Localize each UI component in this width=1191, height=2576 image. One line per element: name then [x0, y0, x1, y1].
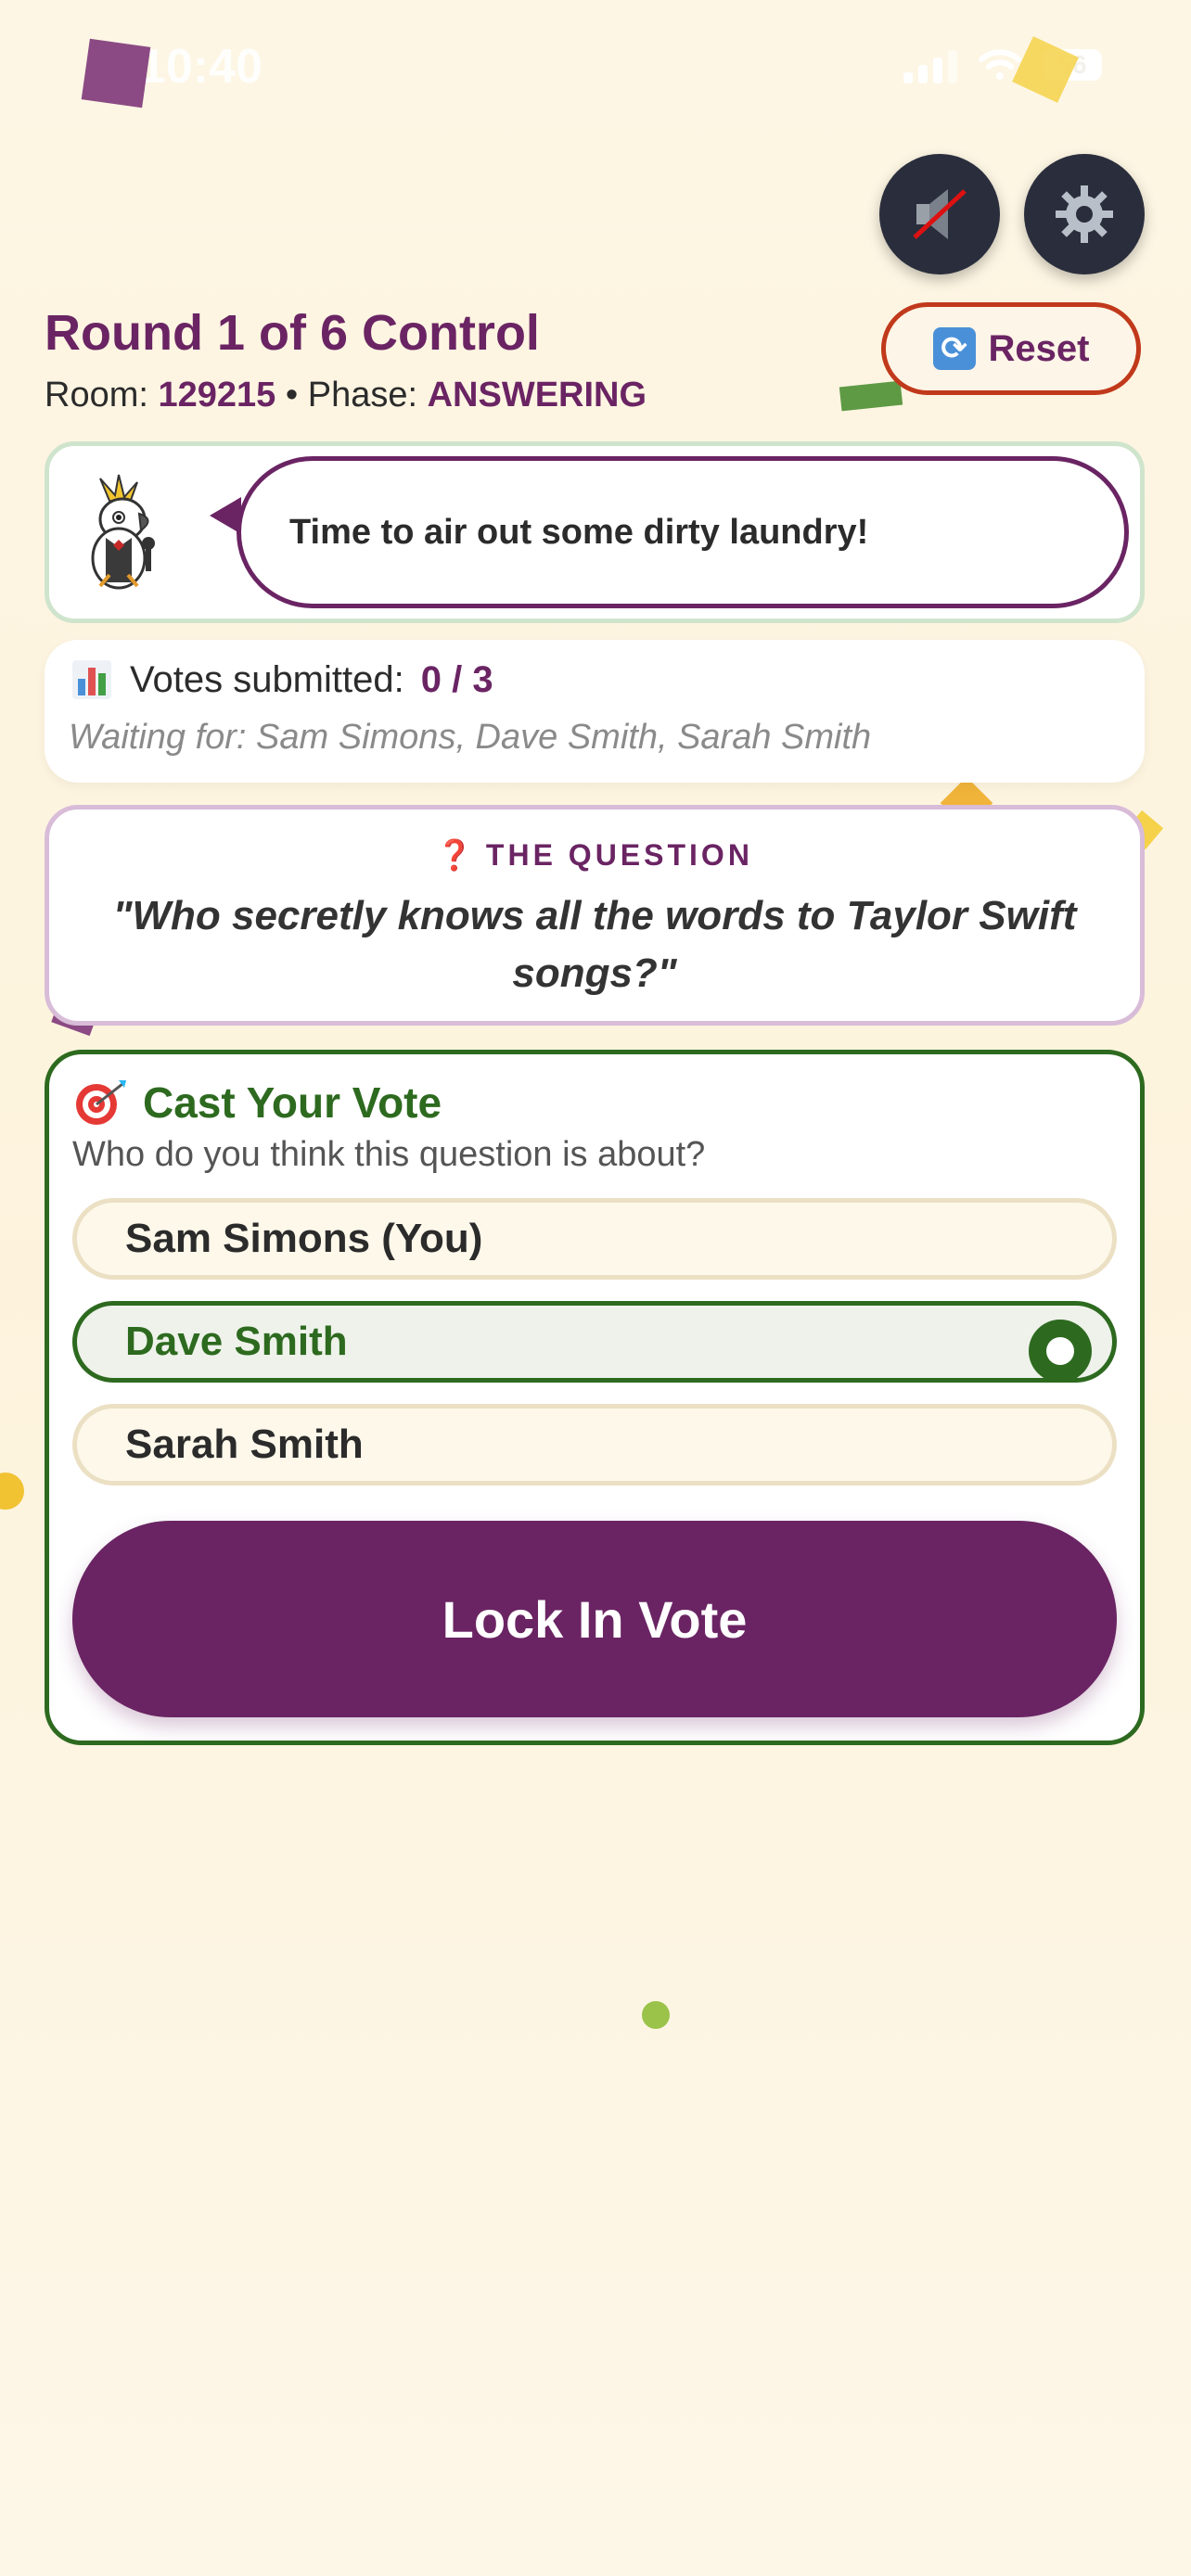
speaker-muted-icon — [913, 189, 967, 239]
confetti-square — [81, 38, 151, 108]
page-title: Round 1 of 6 Control — [45, 305, 540, 361]
gear-icon — [1056, 185, 1113, 243]
votes-status: Votes submitted: 0 / 3 — [70, 658, 493, 701]
refresh-icon: ⟳ — [932, 327, 976, 370]
confetti-strip — [839, 380, 903, 412]
question-label: ❓ THE QUESTION — [436, 838, 753, 872]
host-speech-bubble: Time to air out some dirty laundry! — [237, 456, 1129, 608]
target-icon — [76, 1080, 126, 1125]
vote-option[interactable]: Sam Simons (You) — [72, 1198, 1117, 1280]
lock-in-vote-button[interactable]: Lock In Vote — [72, 1521, 1117, 1717]
vote-option-selected[interactable]: Dave Smith — [72, 1301, 1117, 1383]
mute-button[interactable] — [879, 154, 1000, 274]
votes-count: 0 / 3 — [420, 658, 493, 700]
vote-subtitle: Who do you think this question is about? — [72, 1135, 706, 1174]
room-code: 129215 — [158, 376, 276, 414]
bar-chart-icon — [72, 660, 111, 699]
question-card: ❓ THE QUESTION "Who secretly knows all th… — [45, 805, 1145, 1026]
status-time: 10:40 — [139, 40, 263, 94]
question-text: "Who secretly knows all the words to Tay… — [112, 893, 1077, 996]
signal-icon — [903, 46, 957, 83]
phase-value: ANSWERING — [427, 376, 647, 414]
waiting-for-text: Waiting for: Sam Simons, Dave Smith, Sar… — [69, 718, 872, 757]
cockatoo-host-icon — [91, 474, 155, 590]
reset-button[interactable]: ⟳ Reset — [881, 302, 1141, 395]
settings-button[interactable] — [1024, 154, 1145, 274]
question-mark-icon: ❓ — [436, 838, 477, 872]
vote-option[interactable]: Sarah Smith — [72, 1404, 1117, 1486]
selected-radio-icon — [1029, 1320, 1092, 1383]
room-info: Room: 129215 • Phase: ANSWERING — [45, 376, 647, 414]
confetti-dot — [0, 1473, 24, 1510]
vote-title: Cast Your Vote — [74, 1078, 442, 1128]
confetti-dot — [642, 2001, 670, 2029]
